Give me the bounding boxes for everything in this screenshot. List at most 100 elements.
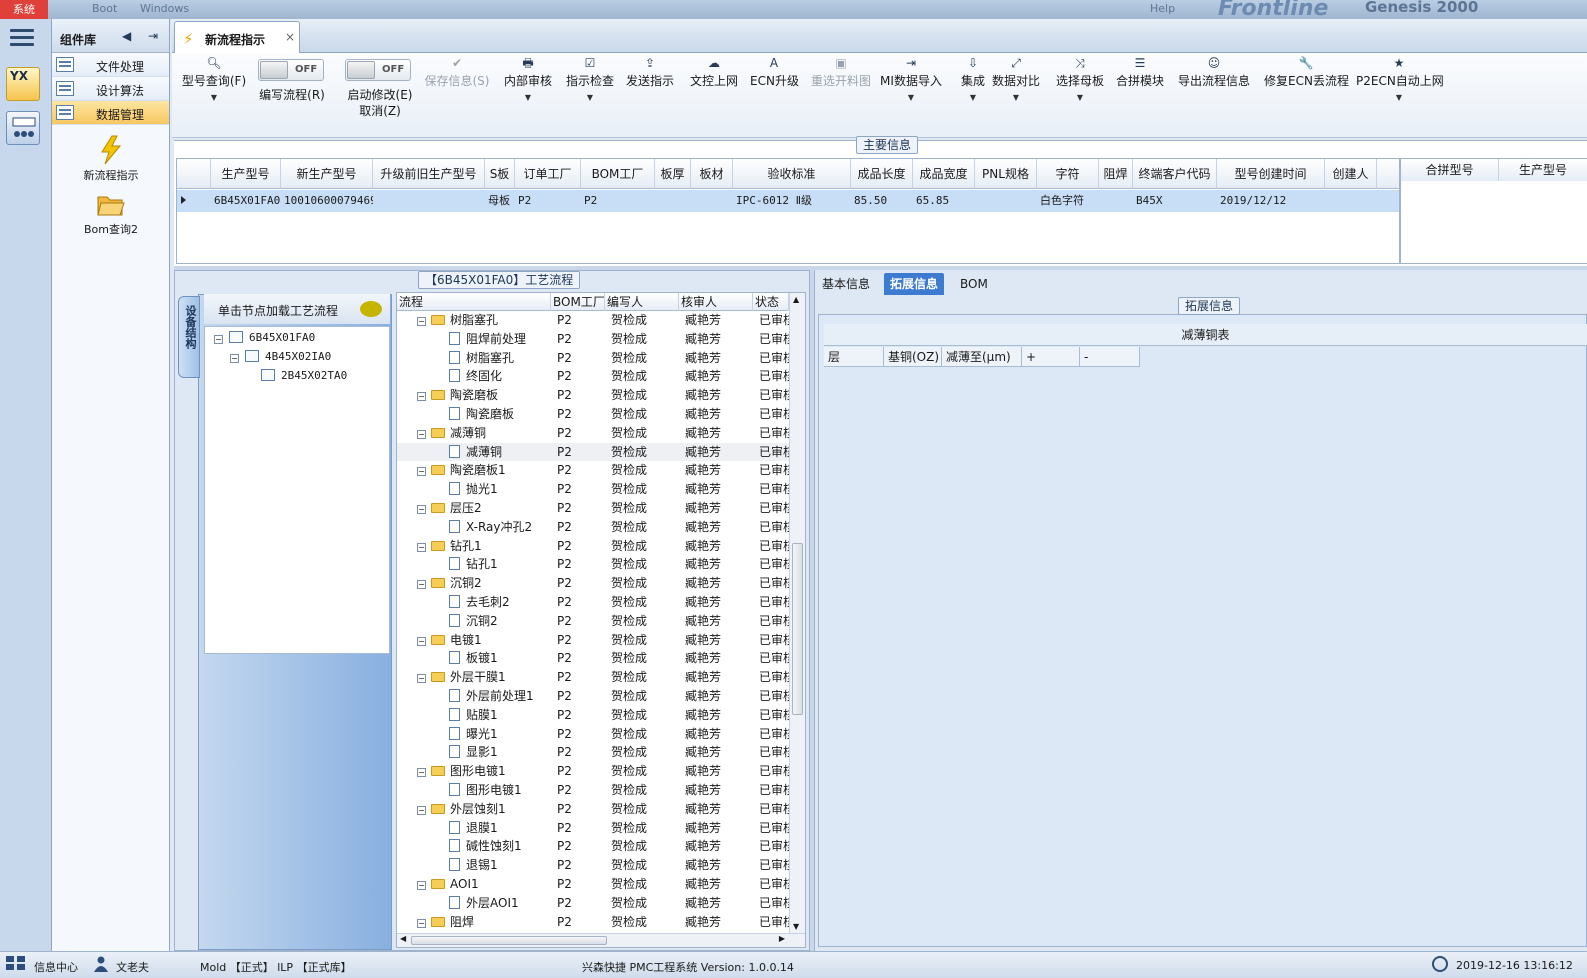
- dropdown-caret-icon[interactable]: ▼: [956, 89, 990, 105]
- enable-modify-toggle[interactable]: OFF: [345, 59, 411, 81]
- collapse-left-icon[interactable]: ◀: [122, 29, 131, 43]
- list-item[interactable]: −陶瓷磨板P2贺检成臧艳芳已审核: [397, 386, 789, 405]
- collapse-node-icon[interactable]: −: [230, 354, 239, 363]
- model-query-button[interactable]: 🔍︎ 型号查询(F) ▼: [178, 53, 250, 105]
- toolbar-button-12[interactable]: ☺ 导出流程信息: [1176, 53, 1252, 89]
- list-item[interactable]: 陶瓷磨板P2贺检成臧艳芳已审核: [397, 405, 789, 424]
- column-header[interactable]: 减薄至(μm): [942, 347, 1022, 367]
- column-header[interactable]: S板: [485, 159, 515, 189]
- list-item[interactable]: 树脂塞孔P2贺检成臧艳芳已审核: [397, 349, 789, 368]
- dropdown-caret-icon[interactable]: ▼: [1356, 89, 1442, 105]
- scroll-right-icon[interactable]: ▶: [779, 934, 785, 943]
- column-header[interactable]: 新生产型号: [281, 159, 373, 189]
- close-tab-icon[interactable]: ×: [285, 30, 295, 44]
- list-item[interactable]: −减薄铜P2贺检成臧艳芳已审核: [397, 424, 789, 443]
- list-item[interactable]: 板镀1P2贺检成臧艳芳已审核: [397, 649, 789, 668]
- tab-basic-info[interactable]: 基本信息: [816, 273, 876, 295]
- collapse-node-icon[interactable]: −: [417, 768, 426, 778]
- library-item-data-management[interactable]: 数据管理: [52, 101, 169, 125]
- toolbar-button-13[interactable]: 🔧 修复ECN丢流程: [1264, 53, 1349, 89]
- collapse-node-icon[interactable]: −: [417, 542, 426, 552]
- list-item[interactable]: 退锡1P2贺检成臧艳芳已审核: [397, 856, 789, 875]
- add-row-button[interactable]: +: [1022, 347, 1080, 367]
- toolbar-button-11[interactable]: ☰ 合拼模块: [1114, 53, 1166, 89]
- library-item-design-algorithm[interactable]: 设计算法: [52, 77, 169, 101]
- column-header[interactable]: 成品宽度: [913, 159, 975, 189]
- column-header[interactable]: 流程: [397, 293, 551, 311]
- vertical-scrollbar[interactable]: ▲ ▼: [789, 293, 805, 947]
- scroll-down-icon[interactable]: ▼: [793, 922, 799, 931]
- list-item[interactable]: 阻焊前处理P2贺检成臧艳芳已审核: [397, 330, 789, 349]
- column-header[interactable]: 生产型号: [1499, 159, 1587, 181]
- horizontal-scrollbar[interactable]: ◀ ▶: [397, 933, 805, 947]
- column-header[interactable]: 生产型号: [211, 159, 281, 189]
- column-header[interactable]: 验收标准: [733, 159, 851, 189]
- list-item[interactable]: −图形电镀1P2贺检成臧艳芳已审核: [397, 762, 789, 781]
- list-item[interactable]: −陶瓷磨板1P2贺检成臧艳芳已审核: [397, 461, 789, 480]
- dropdown-caret-icon[interactable]: ▼: [1054, 89, 1106, 105]
- toolbar-button-10[interactable]: ⤨ 选择母板 ▼: [1054, 53, 1106, 105]
- column-header[interactable]: 基铜(OZ): [884, 347, 942, 367]
- column-header[interactable]: 状态: [753, 293, 789, 311]
- collapse-node-icon[interactable]: −: [417, 317, 426, 326]
- tab-new-process-instruction[interactable]: ⚡ 新流程指示 ×: [174, 21, 300, 53]
- column-header[interactable]: 创建人: [1325, 159, 1377, 189]
- column-header[interactable]: 板材: [691, 159, 733, 189]
- info-center-icon[interactable]: [6, 956, 26, 970]
- toolbar-button-1[interactable]: 🖶 内部审核 ▼: [502, 53, 554, 105]
- collapse-node-icon[interactable]: −: [417, 429, 426, 439]
- column-header[interactable]: 字符: [1037, 159, 1099, 189]
- toolbar-button-4[interactable]: ☁ 文控上网: [688, 53, 740, 89]
- table-row[interactable]: 6B45X01FA0 10010600079469 母板 P2 P2 IPC-6012 Ⅱ…: [177, 190, 1399, 212]
- column-header[interactable]: 板厚: [655, 159, 691, 189]
- dropdown-caret-icon[interactable]: ▼: [178, 89, 250, 105]
- list-item[interactable]: 外层AOI1P2贺检成臧艳芳已审核: [397, 894, 789, 913]
- list-item[interactable]: −钻孔1P2贺检成臧艳芳已审核: [397, 537, 789, 556]
- dropdown-caret-icon[interactable]: ▼: [878, 89, 944, 105]
- column-header[interactable]: 编写人: [605, 293, 679, 311]
- collapse-node-icon[interactable]: −: [417, 392, 426, 402]
- list-item[interactable]: −AOI1P2贺检成臧艳芳已审核: [397, 875, 789, 894]
- list-item[interactable]: 去毛刺2P2贺检成臧艳芳已审核: [397, 593, 789, 612]
- collapse-node-icon[interactable]: −: [417, 467, 426, 477]
- column-header[interactable]: 成品长度: [851, 159, 913, 189]
- info-center-label[interactable]: 信息中心: [34, 959, 78, 975]
- write-process-toggle[interactable]: OFF: [258, 59, 324, 81]
- collapse-node-icon[interactable]: −: [214, 335, 223, 344]
- list-item[interactable]: −沉铜2P2贺检成臧艳芳已审核: [397, 574, 789, 593]
- column-header[interactable]: 阻焊: [1099, 159, 1133, 189]
- column-header[interactable]: 升级前旧生产型号: [373, 159, 485, 189]
- dropdown-caret-icon[interactable]: ▼: [564, 89, 616, 105]
- list-item[interactable]: 终固化P2贺检成臧艳芳已审核: [397, 367, 789, 386]
- toolbar-button-5[interactable]: A ECN升级: [750, 53, 799, 89]
- toolbar-button-0[interactable]: ✔ 保存信息(S): [418, 53, 496, 89]
- calculator-app-icon[interactable]: [6, 111, 40, 145]
- list-item[interactable]: 贴膜1P2贺检成臧艳芳已审核: [397, 706, 789, 725]
- collapse-node-icon[interactable]: −: [417, 805, 426, 815]
- list-item[interactable]: −阻焊P2贺检成臧艳芳已审核: [397, 913, 789, 932]
- scroll-left-icon[interactable]: ◀: [400, 934, 406, 943]
- remove-row-button[interactable]: -: [1080, 347, 1140, 367]
- hamburger-menu-icon[interactable]: [10, 29, 34, 47]
- list-item[interactable]: 退膜1P2贺检成臧艳芳已审核: [397, 819, 789, 838]
- list-item[interactable]: X-Ray冲孔2P2贺检成臧艳芳已审核: [397, 518, 789, 537]
- column-header[interactable]: PNL规格: [975, 159, 1037, 189]
- toolbar-button-8[interactable]: ⇩ 集成 ▼: [956, 53, 990, 105]
- column-header[interactable]: 核审人: [679, 293, 753, 311]
- pin-panel-icon[interactable]: ⇥: [148, 29, 158, 43]
- collapse-node-icon[interactable]: −: [417, 674, 426, 684]
- tool-new-process-instruction[interactable]: 新流程指示: [52, 135, 170, 183]
- toolbar-button-14[interactable]: ★ P2ECN自动上网 ▼: [1356, 53, 1444, 105]
- column-header[interactable]: BOM工厂: [551, 293, 605, 311]
- list-item[interactable]: 显影1P2贺检成臧艳芳已审核: [397, 743, 789, 762]
- tab-structure[interactable]: 设备结构: [178, 296, 200, 378]
- dropdown-caret-icon[interactable]: ▼: [990, 89, 1042, 105]
- list-item[interactable]: −层压2P2贺检成臧艳芳已审核: [397, 499, 789, 518]
- tool-bom-query[interactable]: Bom查询2: [52, 189, 170, 237]
- scroll-up-icon[interactable]: ▲: [793, 295, 799, 304]
- column-header[interactable]: 订单工厂: [515, 159, 581, 189]
- list-item[interactable]: 抛光1P2贺检成臧艳芳已审核: [397, 480, 789, 499]
- system-menu-tab[interactable]: 系统: [0, 0, 48, 19]
- scroll-thumb[interactable]: [411, 936, 607, 945]
- column-header[interactable]: BOM工厂: [581, 159, 655, 189]
